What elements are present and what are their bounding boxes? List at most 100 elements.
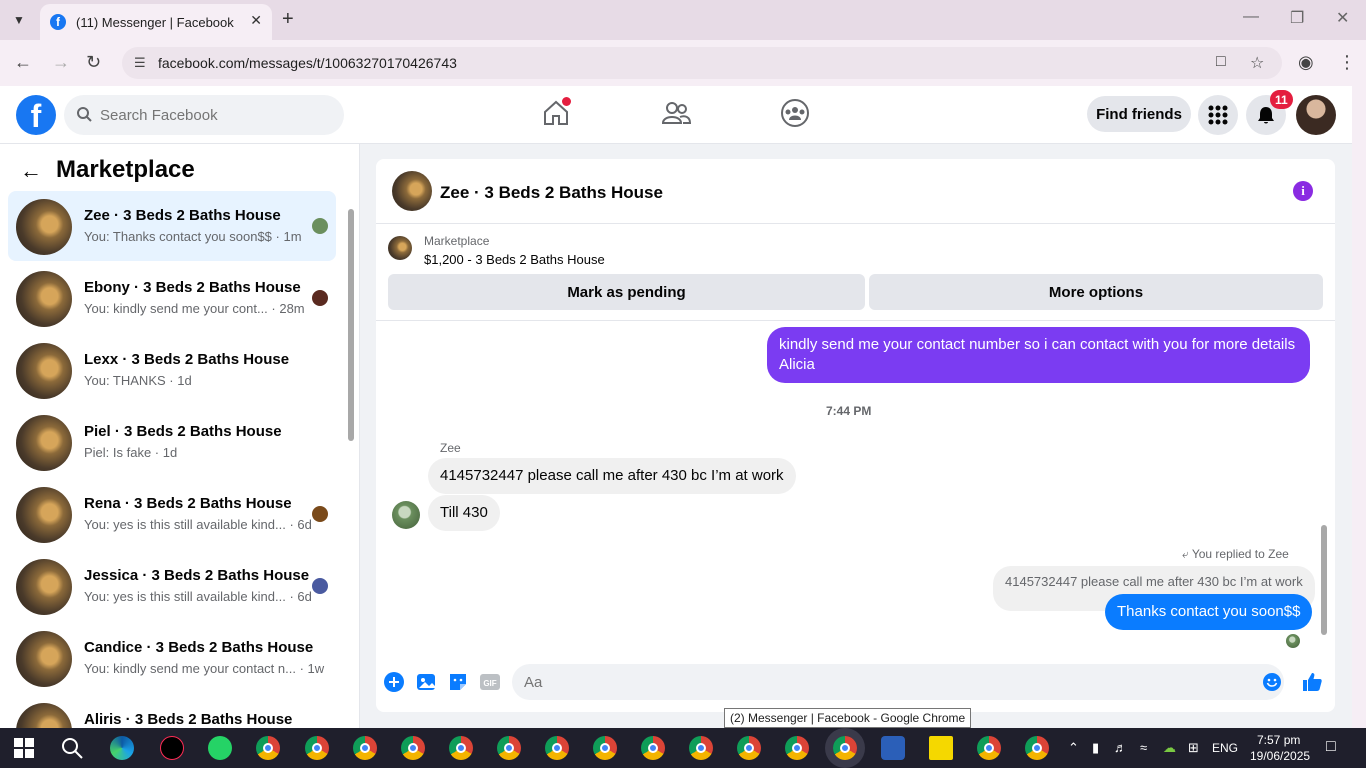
chat-listing-thumbnail[interactable] xyxy=(392,171,432,211)
browser-toolbar: ← → ↻ ☰ facebook.com/messages/t/10063270… xyxy=(0,40,1366,86)
scrollbar-thumb[interactable] xyxy=(1321,525,1327,635)
conversation-preview: You: kindly send me your contact n... · … xyxy=(84,661,325,676)
sticker-icon[interactable] xyxy=(447,671,469,693)
outgoing-message[interactable]: Thanks contact you soon$$ xyxy=(1105,594,1313,630)
chrome-icon[interactable] xyxy=(737,736,761,760)
language-indicator[interactable]: ENG xyxy=(1212,741,1238,755)
clock-date[interactable]: 19/06/2025 xyxy=(1250,749,1310,763)
groups-icon[interactable] xyxy=(780,98,810,128)
tab-search-chevron-icon[interactable]: ▼ xyxy=(6,7,32,33)
tab-close-icon[interactable]: ✕ xyxy=(250,12,262,29)
mark-as-pending-button[interactable]: Mark as pending xyxy=(388,274,865,310)
edge-icon[interactable] xyxy=(110,736,134,760)
chrome-icon[interactable] xyxy=(593,736,617,760)
profile-icon[interactable]: ◉ xyxy=(1298,52,1314,73)
emoji-icon[interactable] xyxy=(1262,672,1282,692)
bookmark-star-icon[interactable]: ☆ xyxy=(1250,53,1264,73)
chrome-icon[interactable] xyxy=(497,736,521,760)
attach-photo-icon[interactable] xyxy=(415,671,437,693)
address-bar[interactable]: ☰ facebook.com/messages/t/10063270170426… xyxy=(122,47,1282,79)
conversation-item[interactable]: Candice · 3 Beds 2 Baths House You: kind… xyxy=(8,623,336,693)
browser-tab[interactable]: f (11) Messenger | Facebook ✕ xyxy=(40,4,272,40)
volume-icon[interactable]: ♬ xyxy=(1114,740,1127,755)
incoming-message[interactable]: Till 430 xyxy=(428,495,500,531)
more-options-button[interactable]: More options xyxy=(869,274,1323,310)
sender-avatar[interactable] xyxy=(392,501,420,529)
window-close-icon[interactable]: ✕ xyxy=(1336,8,1349,28)
battery-icon[interactable]: ▮ xyxy=(1092,740,1099,756)
clock-time[interactable]: 7:57 pm xyxy=(1257,733,1300,747)
app-icon[interactable] xyxy=(881,736,905,760)
facebook-logo-icon[interactable]: f xyxy=(16,95,56,135)
cloud-icon[interactable]: ☁ xyxy=(1163,740,1176,756)
facebook-search[interactable] xyxy=(64,95,344,135)
page-scrollbar[interactable] xyxy=(1352,86,1366,728)
chat-title[interactable]: Zee · 3 Beds 2 Baths House xyxy=(440,183,663,203)
sticky-notes-icon[interactable] xyxy=(929,736,953,760)
chrome-icon[interactable] xyxy=(305,736,329,760)
chrome-icon[interactable] xyxy=(353,736,377,760)
whatsapp-icon[interactable] xyxy=(208,736,232,760)
gif-icon[interactable]: GIF xyxy=(479,671,501,693)
tray-chevron-icon[interactable]: ⌃ xyxy=(1068,740,1079,756)
reload-icon[interactable]: ↻ xyxy=(86,52,101,73)
info-icon[interactable]: i xyxy=(1293,181,1313,201)
windows-start-icon[interactable] xyxy=(12,736,36,760)
conversation-item[interactable]: Jessica · 3 Beds 2 Baths House You: yes … xyxy=(8,551,336,621)
chrome-icon[interactable] xyxy=(256,736,280,760)
back-arrow-icon[interactable]: ← xyxy=(14,52,32,73)
browser-tab-strip: ▼ f (11) Messenger | Facebook ✕ + — ❐ ✕ xyxy=(0,0,1366,40)
conversation-item[interactable]: Ebony · 3 Beds 2 Baths House You: kindly… xyxy=(8,263,336,333)
conversation-item[interactable]: Lexx · 3 Beds 2 Baths House You: THANKS … xyxy=(8,335,336,405)
conversation-item[interactable]: Piel · 3 Beds 2 Baths House Piel: Is fak… xyxy=(8,407,336,477)
listing-name[interactable]: $1,200 - 3 Beds 2 Baths House xyxy=(424,252,605,267)
message-composer[interactable] xyxy=(512,664,1284,700)
add-more-icon[interactable] xyxy=(383,671,405,693)
friends-icon[interactable] xyxy=(661,98,691,128)
scrollbar-thumb[interactable] xyxy=(348,209,354,441)
chrome-icon-active[interactable] xyxy=(833,736,857,760)
profile-avatar[interactable] xyxy=(1296,95,1336,135)
chat-scrollbar[interactable] xyxy=(1319,325,1329,647)
url-text[interactable]: facebook.com/messages/t/1006327017042674… xyxy=(158,55,457,71)
chrome-icon[interactable] xyxy=(641,736,665,760)
chrome-icon[interactable] xyxy=(689,736,713,760)
new-tab-plus-icon[interactable]: + xyxy=(282,8,294,30)
conversation-item[interactable]: Zee · 3 Beds 2 Baths House You: Thanks c… xyxy=(8,191,336,261)
taskbar-search-icon[interactable] xyxy=(60,736,84,760)
marketplace-conversations-panel: ← Marketplace Zee · 3 Beds 2 Baths House… xyxy=(0,144,360,728)
chrome-icon[interactable] xyxy=(785,736,809,760)
conversation-item[interactable]: Rena · 3 Beds 2 Baths House You: yes is … xyxy=(8,479,336,549)
minimize-icon[interactable]: — xyxy=(1243,8,1259,26)
chrome-icon[interactable] xyxy=(449,736,473,760)
forward-arrow-icon[interactable]: → xyxy=(52,52,70,73)
outgoing-message[interactable]: kindly send me your contact number so i … xyxy=(767,327,1310,383)
menu-grid-button[interactable] xyxy=(1198,95,1238,135)
chrome-icon[interactable] xyxy=(401,736,425,760)
chrome-icon[interactable] xyxy=(977,736,1001,760)
network-icon[interactable]: ⊞ xyxy=(1188,740,1199,756)
conversation-name: Ebony · 3 Beds 2 Baths House xyxy=(84,279,301,296)
read-receipt-avatar xyxy=(312,218,328,234)
chrome-icon[interactable] xyxy=(1025,736,1049,760)
thumbs-up-icon[interactable] xyxy=(1301,671,1323,693)
install-app-icon[interactable]: □ xyxy=(1216,53,1226,71)
conversation-item[interactable]: Aliris · 3 Beds 2 Baths House xyxy=(8,695,336,728)
chrome-menu-icon[interactable]: ⋮ xyxy=(1338,52,1356,73)
tiktok-icon[interactable] xyxy=(160,736,184,760)
chrome-icon[interactable] xyxy=(545,736,569,760)
listing-thumbnail[interactable] xyxy=(388,236,412,260)
wifi-icon[interactable]: ≈ xyxy=(1140,740,1147,755)
find-friends-button[interactable]: Find friends xyxy=(1087,96,1191,132)
read-receipt-avatar xyxy=(312,506,328,522)
listing-summary: Marketplace $1,200 - 3 Beds 2 Baths Hous… xyxy=(376,224,1335,321)
search-input[interactable] xyxy=(100,95,330,135)
incoming-message[interactable]: 4145732447 please call me after 430 bc I… xyxy=(428,458,796,494)
site-info-icon[interactable]: ☰ xyxy=(134,55,150,71)
conversation-list-scrollbar[interactable] xyxy=(346,194,355,714)
message-input[interactable] xyxy=(524,664,1224,700)
conversation-preview: You: kindly send me your cont... · 28m xyxy=(84,301,305,316)
back-arrow-icon[interactable]: ← xyxy=(20,158,42,184)
notification-center-icon[interactable]: □ xyxy=(1326,738,1336,756)
restore-icon[interactable]: ❐ xyxy=(1290,8,1304,28)
